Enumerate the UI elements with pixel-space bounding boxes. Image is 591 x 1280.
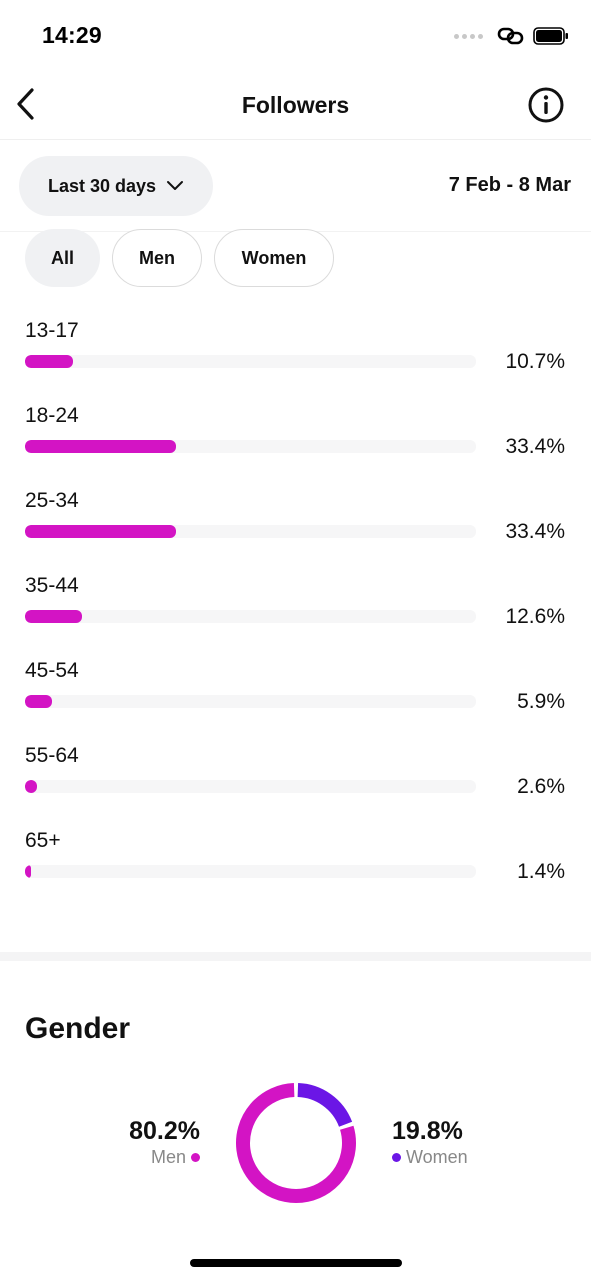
gender-women-stat: 19.8% Women bbox=[392, 1117, 512, 1169]
age-bar-fill bbox=[25, 440, 176, 453]
navigation-header: Followers bbox=[0, 72, 591, 140]
status-time: 14:29 bbox=[42, 22, 102, 48]
women-legend: Women bbox=[392, 1145, 512, 1169]
age-bar-fill bbox=[25, 610, 82, 623]
age-bar-track bbox=[25, 780, 476, 793]
age-row: 35-44 12.6% bbox=[0, 574, 591, 644]
age-percentage: 2.6% bbox=[517, 775, 565, 798]
home-indicator bbox=[190, 1259, 402, 1267]
donut-segment-women bbox=[297, 1083, 353, 1128]
age-bar-track bbox=[25, 525, 476, 538]
age-bar-track bbox=[25, 695, 476, 708]
age-range-label: 55-64 bbox=[25, 744, 79, 767]
gender-section-title: Gender bbox=[25, 1012, 131, 1045]
women-legend-dot bbox=[392, 1152, 401, 1162]
age-bar-track bbox=[25, 355, 476, 368]
period-label: Last 30 days bbox=[47, 175, 157, 196]
date-range: 7 Feb - 8 Mar bbox=[448, 174, 571, 196]
gender-men-stat: 80.2% Men bbox=[100, 1117, 200, 1169]
age-bar-track bbox=[25, 440, 476, 453]
link-icon bbox=[497, 27, 524, 45]
age-row: 45-54 5.9% bbox=[0, 659, 591, 729]
status-bar: 14:29 bbox=[0, 0, 591, 72]
age-range-label: 35-44 bbox=[25, 574, 79, 597]
age-percentage: 33.4% bbox=[505, 520, 565, 543]
age-percentage: 1.4% bbox=[517, 860, 565, 883]
age-bar-track bbox=[25, 865, 476, 878]
age-bar-track bbox=[25, 610, 476, 623]
women-percentage: 19.8% bbox=[392, 1117, 463, 1145]
age-bar-fill bbox=[25, 525, 176, 538]
age-row: 13-17 10.7% bbox=[0, 319, 591, 389]
age-range-label: 45-54 bbox=[25, 659, 79, 682]
page-title: Followers bbox=[241, 92, 350, 118]
section-divider bbox=[0, 952, 591, 961]
battery-icon bbox=[533, 27, 568, 45]
age-row: 55-64 2.6% bbox=[0, 744, 591, 814]
men-legend: Men bbox=[100, 1145, 200, 1169]
age-range-label: 25-34 bbox=[25, 489, 79, 512]
age-bar-fill bbox=[25, 780, 37, 793]
chevron-down-icon bbox=[167, 181, 184, 190]
age-percentage: 10.7% bbox=[505, 350, 565, 373]
age-range-label: 18-24 bbox=[25, 404, 79, 427]
age-bar-fill bbox=[25, 355, 73, 368]
age-row: 65+ 1.4% bbox=[0, 829, 591, 899]
age-row: 25-34 33.4% bbox=[0, 489, 591, 559]
age-bar-fill bbox=[25, 865, 31, 878]
men-legend-dot bbox=[191, 1152, 200, 1162]
segment-all[interactable]: All bbox=[25, 229, 100, 287]
men-percentage: 80.2% bbox=[129, 1117, 200, 1145]
age-percentage: 33.4% bbox=[505, 435, 565, 458]
age-row: 18-24 33.4% bbox=[0, 404, 591, 474]
segment-women[interactable]: Women bbox=[214, 229, 334, 287]
age-range-label: 65+ bbox=[25, 829, 61, 852]
filter-row: Last 30 days 7 Feb - 8 Mar bbox=[0, 140, 591, 232]
age-bar-fill bbox=[25, 695, 52, 708]
age-percentage: 5.9% bbox=[517, 690, 565, 713]
signal-icon bbox=[454, 33, 483, 39]
info-icon bbox=[528, 87, 564, 123]
segment-men[interactable]: Men bbox=[112, 229, 202, 287]
women-label: Women bbox=[406, 1147, 468, 1167]
gender-donut-chart bbox=[236, 1083, 356, 1203]
period-dropdown[interactable]: Last 30 days bbox=[19, 156, 213, 216]
men-label: Men bbox=[150, 1147, 186, 1167]
info-button[interactable] bbox=[526, 85, 566, 125]
status-icons bbox=[454, 26, 569, 46]
age-range-label: 13-17 bbox=[25, 319, 79, 342]
age-percentage: 12.6% bbox=[505, 605, 565, 628]
